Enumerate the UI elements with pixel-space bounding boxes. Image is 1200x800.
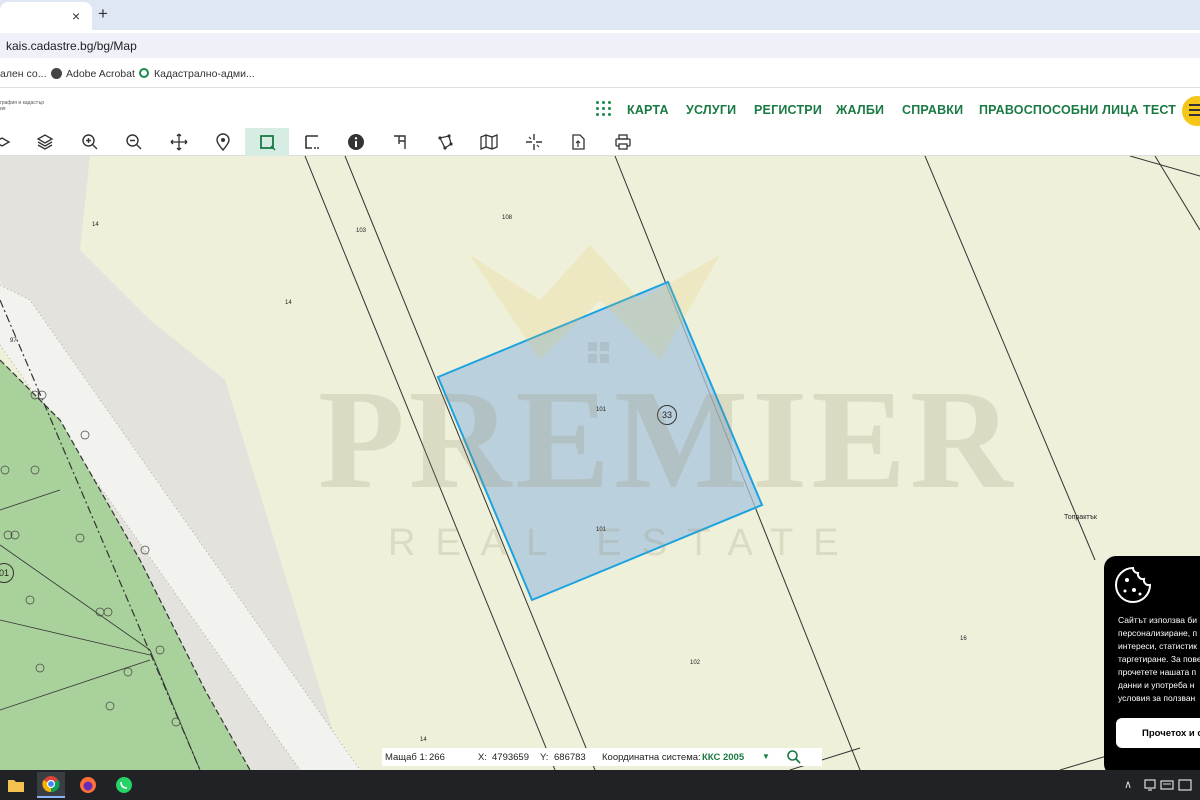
watermark-title: PREMIER <box>318 360 1017 518</box>
measure-button[interactable] <box>378 128 422 156</box>
parcel-label: 108 <box>502 215 513 221</box>
zoom-out-button[interactable] <box>112 128 156 156</box>
scale-value[interactable]: 266 <box>429 752 445 763</box>
pan-button[interactable] <box>157 128 201 156</box>
layers-icon <box>36 134 54 150</box>
cadastre-icon <box>139 68 149 78</box>
browser-tab-bar: × + <box>0 0 1200 30</box>
nav-map[interactable]: КАРТА <box>627 103 669 117</box>
parcel-label: 97 <box>10 338 17 344</box>
y-label: Y: <box>540 752 549 763</box>
location-button[interactable] <box>201 128 245 156</box>
nav-registers[interactable]: РЕГИСТРИ <box>754 103 822 117</box>
select-rectangle-icon <box>260 135 276 151</box>
nav-licensed-persons[interactable]: ПРАВОСПОСОБНИ ЛИЦА <box>979 103 1139 117</box>
polygon-icon <box>438 134 453 150</box>
parcel-label: 14 <box>420 737 427 743</box>
whatsapp-icon <box>116 777 132 793</box>
export-icon <box>572 134 585 150</box>
hamburger-icon <box>1189 104 1200 106</box>
measure-icon <box>394 135 406 149</box>
scale-label: Мащаб 1: <box>385 752 428 763</box>
tab-close-icon[interactable]: × <box>72 8 80 24</box>
os-taskbar <box>0 770 1200 800</box>
select-rectangle-options-icon <box>305 135 319 149</box>
zoom-out-icon <box>126 134 142 150</box>
address-bar <box>0 30 1200 60</box>
folder-icon <box>8 780 24 792</box>
new-tab-button[interactable]: + <box>98 4 108 24</box>
base-layer-button[interactable] <box>0 128 24 156</box>
bookmarks-bar: ален со... Adobe Acrobat Кадастрално-адм… <box>0 60 1200 88</box>
map-icon <box>480 134 498 150</box>
crosshair-button[interactable] <box>512 128 556 156</box>
search-icon[interactable] <box>786 749 802 765</box>
map-status-bar: Мащаб 1: 266 X: 4793659 Y: 686783 Коорди… <box>382 748 822 766</box>
zoom-in-icon <box>82 134 98 150</box>
select-rectangle-options-button[interactable] <box>290 128 334 156</box>
x-coordinate-value: 4793659 <box>492 752 529 763</box>
url-field[interactable] <box>0 33 1200 58</box>
parcel-label: 103 <box>356 228 367 234</box>
location-pin-icon <box>216 133 230 151</box>
chrome-icon <box>42 776 60 793</box>
taskbar-whatsapp[interactable] <box>110 772 138 798</box>
tray-notification-icon[interactable] <box>1178 778 1192 792</box>
cookie-accept-button[interactable]: Прочетох и с <box>1116 718 1200 748</box>
parcel-label: 14 <box>92 222 99 228</box>
watermark-subtitle: REAL ESTATE <box>388 522 859 564</box>
nav-reports[interactable]: СПРАВКИ <box>902 103 963 117</box>
info-icon <box>348 134 364 150</box>
crs-dropdown-icon[interactable]: ▼ <box>762 752 770 761</box>
taskbar-firefox[interactable] <box>74 772 102 798</box>
tray-device-icon[interactable] <box>1143 778 1157 792</box>
parcel-label: 16 <box>960 636 967 642</box>
base-layer-icon <box>0 137 11 147</box>
app-window: × + kais.cadastre.bg/bg/Map ален со... A… <box>0 0 1200 800</box>
export-button[interactable] <box>556 128 600 156</box>
select-rectangle-button[interactable] <box>245 128 289 156</box>
zoom-in-button[interactable] <box>68 128 112 156</box>
parcel-label: 14 <box>285 300 292 306</box>
crs-select[interactable]: ККС 2005 <box>702 752 744 763</box>
pan-icon <box>170 133 188 151</box>
x-label: X: <box>478 752 487 763</box>
nav-complaints[interactable]: ЖАЛБИ <box>836 103 884 117</box>
taskbar-chrome[interactable] <box>37 772 65 798</box>
cookie-icon <box>1115 566 1152 603</box>
bookmark-item[interactable]: Кадастрално-адми... <box>154 68 255 80</box>
info-button[interactable] <box>334 128 378 156</box>
taskbar-file-explorer[interactable] <box>2 772 30 798</box>
layers-button[interactable] <box>23 128 67 156</box>
polygon-button[interactable] <box>423 128 467 156</box>
place-name-label: Топрактък <box>1064 514 1097 521</box>
nav-test[interactable]: ТЕСТ <box>1143 103 1176 117</box>
firefox-icon <box>80 777 96 793</box>
adobe-icon <box>51 68 62 79</box>
tray-network-icon[interactable] <box>1160 778 1174 792</box>
cookie-text: Сайтът използва би персонализиране, п ин… <box>1118 615 1200 703</box>
bookmark-item[interactable]: Adobe Acrobat <box>66 68 135 80</box>
cookie-consent-popup: Сайтът използва би персонализиране, п ин… <box>1104 556 1200 776</box>
print-icon <box>615 134 631 150</box>
bookmark-item[interactable]: ален со... <box>0 68 46 80</box>
crosshair-icon <box>526 134 542 150</box>
nav-services[interactable]: УСЛУГИ <box>686 103 736 117</box>
apps-grid-icon[interactable] <box>596 101 612 117</box>
crs-label: Координатна система: <box>602 752 701 763</box>
map-view-button[interactable] <box>467 128 511 156</box>
y-coordinate-value: 686783 <box>554 752 586 763</box>
browser-tab[interactable]: × <box>0 2 92 30</box>
url-text[interactable]: kais.cadastre.bg/bg/Map <box>6 39 137 53</box>
print-button[interactable] <box>601 128 645 156</box>
site-logo[interactable]: графия и кадастър ия <box>0 100 60 112</box>
tray-overflow-icon[interactable]: ∧ <box>1124 778 1132 791</box>
parcel-label: 102 <box>690 660 701 666</box>
